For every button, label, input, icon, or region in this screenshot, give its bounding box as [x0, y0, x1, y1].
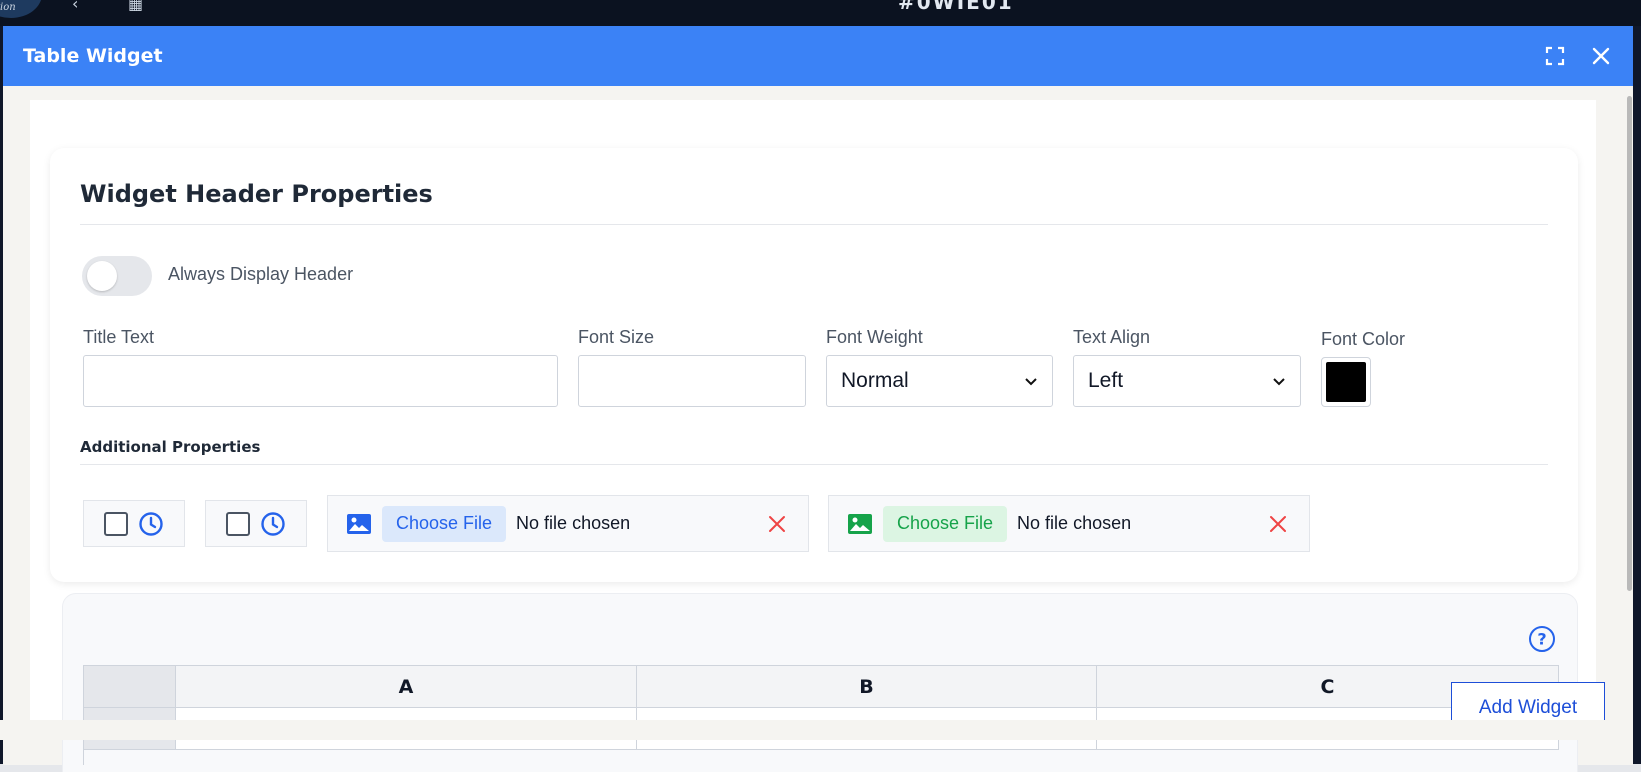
modal-title: Table Widget — [23, 45, 163, 67]
modal-header-actions — [1543, 44, 1613, 68]
font-color-swatch — [1326, 362, 1366, 402]
font-size-input[interactable] — [578, 355, 806, 407]
title-text-label: Title Text — [83, 327, 155, 347]
clock-icon[interactable] — [260, 511, 286, 537]
section-title: Widget Header Properties — [80, 180, 433, 208]
additional-properties-title: Additional Properties — [80, 438, 261, 456]
font-size-label: Font Size — [578, 327, 655, 347]
close-button[interactable] — [1589, 44, 1613, 68]
choose-file-button[interactable]: Choose File — [883, 505, 1008, 542]
file-status: No file chosen — [1017, 513, 1132, 533]
modal-footer — [0, 720, 1630, 740]
svg-text:?: ? — [1537, 630, 1546, 649]
spreadsheet-grid: A B C — [83, 665, 1559, 765]
chevron-down-icon — [1273, 378, 1285, 386]
time-checkbox-2[interactable] — [226, 511, 250, 536]
close-icon — [1592, 47, 1610, 65]
grid-header-row: A B C — [84, 666, 1559, 708]
modal-scrollbar[interactable] — [1627, 96, 1632, 591]
text-align-label: Text Align — [1073, 327, 1151, 347]
modal-header: Table Widget — [3, 26, 1633, 86]
background-topbar: ion ‹ ▦ #0WIE01 — [0, 0, 1641, 26]
chevron-down-icon — [1025, 378, 1037, 386]
column-header[interactable]: A — [176, 666, 637, 708]
time-checkbox-1[interactable] — [104, 511, 128, 536]
grid-icon: ▦ — [128, 0, 144, 13]
font-color-label: Font Color — [1321, 329, 1406, 349]
fullscreen-button[interactable] — [1543, 44, 1567, 68]
column-header[interactable]: B — [637, 666, 1097, 708]
title-text-input[interactable] — [83, 355, 558, 407]
text-align-select[interactable]: Left — [1073, 355, 1301, 407]
time-option-1 — [83, 500, 185, 547]
time-option-2 — [205, 500, 307, 547]
font-weight-value: Normal — [841, 369, 909, 392]
font-weight-select[interactable]: Normal — [826, 355, 1053, 407]
image-icon — [848, 513, 872, 534]
help-icon[interactable]: ? — [1528, 625, 1556, 653]
section-divider — [80, 224, 1548, 225]
always-display-header-toggle[interactable] — [82, 256, 152, 296]
grid-corner-cell[interactable] — [84, 666, 176, 708]
back-arrow-icon: ‹ — [72, 0, 79, 13]
font-weight-label: Font Weight — [826, 327, 923, 347]
clear-file-icon[interactable] — [1269, 515, 1287, 533]
image-upload-1: Choose File No file chosen — [327, 495, 809, 552]
font-color-picker[interactable] — [1321, 357, 1371, 407]
toggle-knob — [87, 261, 117, 291]
always-display-header-label: Always Display Header — [168, 264, 354, 284]
clock-icon[interactable] — [138, 511, 164, 537]
additional-divider — [80, 464, 1548, 465]
clear-file-icon[interactable] — [768, 515, 786, 533]
choose-file-button[interactable]: Choose File — [382, 505, 507, 542]
text-align-value: Left — [1088, 369, 1124, 392]
image-upload-2: Choose File No file chosen — [828, 495, 1310, 552]
background-title: #0WIE01 — [898, 0, 1014, 14]
fullscreen-icon — [1545, 46, 1565, 66]
image-icon — [347, 513, 371, 534]
file-status: No file chosen — [516, 513, 631, 533]
background-logo-text: ion — [0, 2, 16, 13]
